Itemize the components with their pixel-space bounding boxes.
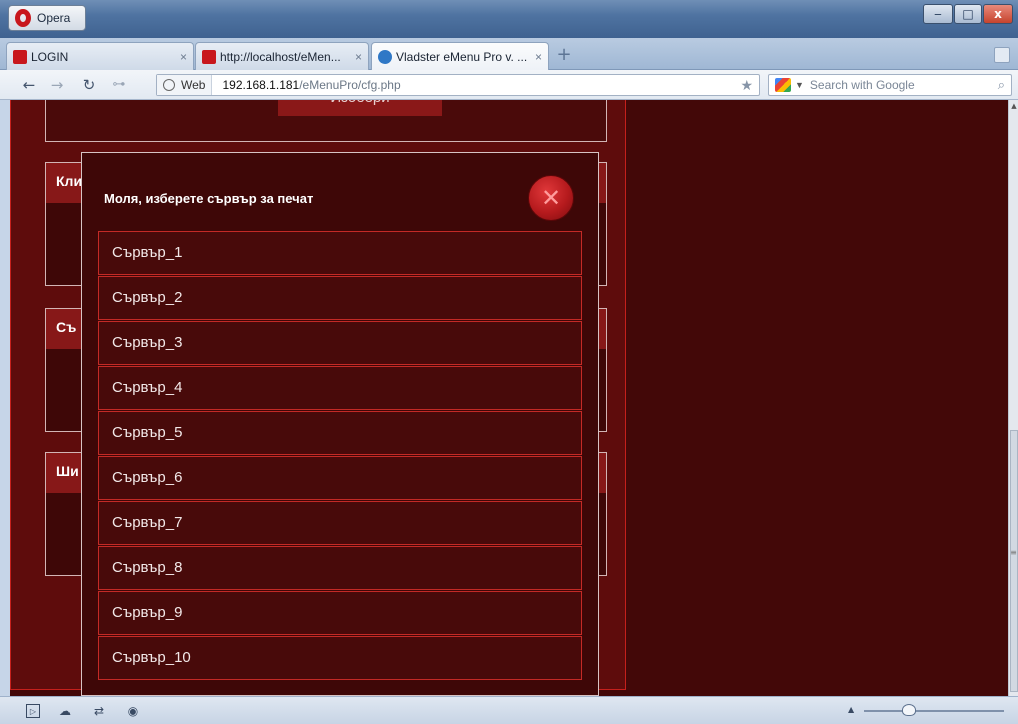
- google-icon[interactable]: [775, 78, 791, 92]
- forward-arrow-icon[interactable]: →: [46, 74, 68, 96]
- tab-close-icon[interactable]: ×: [535, 50, 542, 64]
- tab-emenu-pro[interactable]: Vladster eMenu Pro v. ... ×: [371, 42, 549, 70]
- ie-icon: [378, 49, 392, 64]
- search-placeholder: Search with Google: [809, 78, 915, 92]
- address-path: /eMenuPro/cfg.php: [299, 78, 401, 92]
- server-item[interactable]: Сървър_8: [98, 546, 582, 590]
- tab-title: Vladster eMenu Pro v. ...: [396, 49, 528, 64]
- server-item[interactable]: Сървър_2: [98, 276, 582, 320]
- title-bar: Opera ‒ □ x: [0, 0, 1018, 38]
- search-icon[interactable]: ⌕: [998, 77, 1005, 93]
- cloud-icon[interactable]: ☁: [58, 704, 72, 718]
- server-item[interactable]: Сървър_1: [98, 231, 582, 275]
- zoom-slider-knob[interactable]: [902, 704, 916, 716]
- bookmark-star-icon[interactable]: ★: [740, 77, 753, 94]
- tab-close-icon[interactable]: ×: [180, 50, 187, 64]
- web-badge-label: Web: [181, 78, 206, 92]
- server-item[interactable]: Сървър_3: [98, 321, 582, 365]
- tab-login[interactable]: LOGIN ×: [6, 42, 194, 70]
- globe-icon: [163, 79, 175, 91]
- opera-menu-button[interactable]: Opera: [8, 5, 86, 31]
- zoom-slider-track[interactable]: [864, 710, 1004, 712]
- opera-icon: [202, 49, 216, 64]
- opera-menu-label: Opera: [37, 11, 71, 25]
- tab-title: http://localhost/eMen...: [220, 49, 341, 64]
- minimize-button[interactable]: ‒: [923, 4, 953, 24]
- zoom-arrow-icon: ▲: [848, 705, 855, 714]
- share-icon[interactable]: ⇄: [92, 704, 106, 718]
- server-item[interactable]: Сървър_7: [98, 501, 582, 545]
- tab-title: LOGIN: [31, 49, 69, 64]
- vertical-scrollbar[interactable]: ▲ ≡: [1008, 100, 1018, 696]
- new-tab-button[interactable]: +: [553, 46, 575, 66]
- scrollbar-thumb[interactable]: [1010, 430, 1018, 692]
- dialog-title: Моля, изберете сървър за печат: [104, 191, 314, 206]
- scroll-up-icon[interactable]: ▲: [1009, 102, 1018, 110]
- server-item[interactable]: Сървър_10: [98, 636, 582, 680]
- scrollbar-grip-icon: ≡: [1010, 548, 1017, 557]
- web-badge[interactable]: Web: [157, 75, 213, 95]
- browser-window: Opera ‒ □ x LOGIN × http://localhost/eMe…: [0, 0, 1018, 724]
- print-server-dialog: Моля, изберете сървър за печат ✕ Сървър_…: [81, 152, 599, 696]
- search-box: Изобери: [45, 100, 607, 142]
- address-host: 192.168.1.181: [222, 78, 300, 92]
- status-bar: ▷ ☁ ⇄ ◉ ▲: [0, 696, 1018, 724]
- close-icon[interactable]: ✕: [528, 175, 574, 221]
- speedometer-icon[interactable]: ◉: [126, 704, 140, 718]
- search-button[interactable]: Изобери: [278, 100, 442, 116]
- key-icon[interactable]: ⊶: [106, 74, 132, 96]
- tab-panel-button[interactable]: [994, 47, 1010, 63]
- close-window-button[interactable]: x: [983, 4, 1013, 24]
- left-edge: [0, 100, 10, 696]
- reload-icon[interactable]: ↻: [78, 74, 100, 96]
- search-field[interactable]: ▼ Search with Google ⌕: [768, 74, 1012, 96]
- server-item[interactable]: Сървър_9: [98, 591, 582, 635]
- server-item[interactable]: Сървър_4: [98, 366, 582, 410]
- address-bar[interactable]: Web 192.168.1.181 /eMenuPro/cfg.php ★: [156, 74, 760, 96]
- navigation-bar: ← → ↻ ⊶ Web 192.168.1.181 /eMenuPro/cfg.…: [0, 70, 1018, 100]
- panel-toggle-icon[interactable]: ▷: [26, 704, 40, 718]
- opera-logo-icon: [15, 9, 31, 27]
- server-item[interactable]: Сървър_6: [98, 456, 582, 500]
- server-list: Сървър_1 Сървър_2 Сървър_3 Сървър_4 Сърв…: [98, 231, 582, 681]
- tab-close-icon[interactable]: ×: [355, 50, 362, 64]
- tab-localhost[interactable]: http://localhost/eMen... ×: [195, 42, 369, 70]
- tab-bar: LOGIN × http://localhost/eMen... × Vlads…: [0, 38, 1018, 70]
- back-arrow-icon[interactable]: ←: [18, 74, 40, 96]
- maximize-button[interactable]: □: [954, 4, 982, 24]
- chevron-down-icon[interactable]: ▼: [795, 80, 804, 90]
- opera-icon: [13, 49, 27, 64]
- page-viewport: Изобери Кли Съ Ши Моля, изберете сървър …: [0, 100, 1018, 696]
- server-item[interactable]: Сървър_5: [98, 411, 582, 455]
